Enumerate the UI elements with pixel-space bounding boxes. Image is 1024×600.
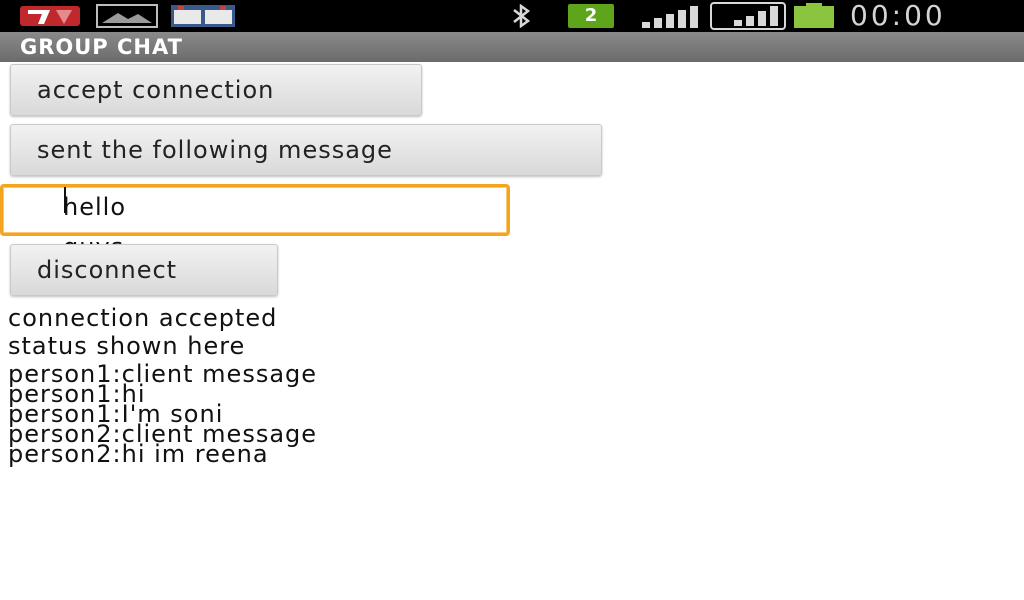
title-bar: GROUP CHAT: [0, 32, 1024, 62]
signal-icon: [642, 6, 698, 28]
app-notification-icon: [20, 6, 80, 26]
connection-status: connection accepted: [8, 304, 278, 332]
send-message-button[interactable]: sent the following message: [10, 124, 602, 176]
chat-log: person1:client message person1:hi person…: [8, 362, 317, 466]
disconnect-button[interactable]: disconnect: [10, 244, 278, 296]
signal-icon: [710, 2, 786, 30]
image-icon: [96, 4, 158, 28]
battery-icon: [794, 3, 834, 28]
accept-connection-button[interactable]: accept connection: [10, 64, 422, 116]
status-bar: 2 00:00: [0, 0, 1024, 32]
text-cursor: [64, 187, 66, 213]
status-text: status shown here: [8, 332, 246, 360]
message-input[interactable]: hello guys: [0, 184, 510, 261]
page-title: GROUP CHAT: [20, 35, 183, 59]
calendar-icon: [171, 5, 235, 27]
notification-count-badge: 2: [568, 4, 614, 28]
bluetooth-icon: [513, 4, 531, 28]
clock: 00:00: [850, 0, 946, 32]
